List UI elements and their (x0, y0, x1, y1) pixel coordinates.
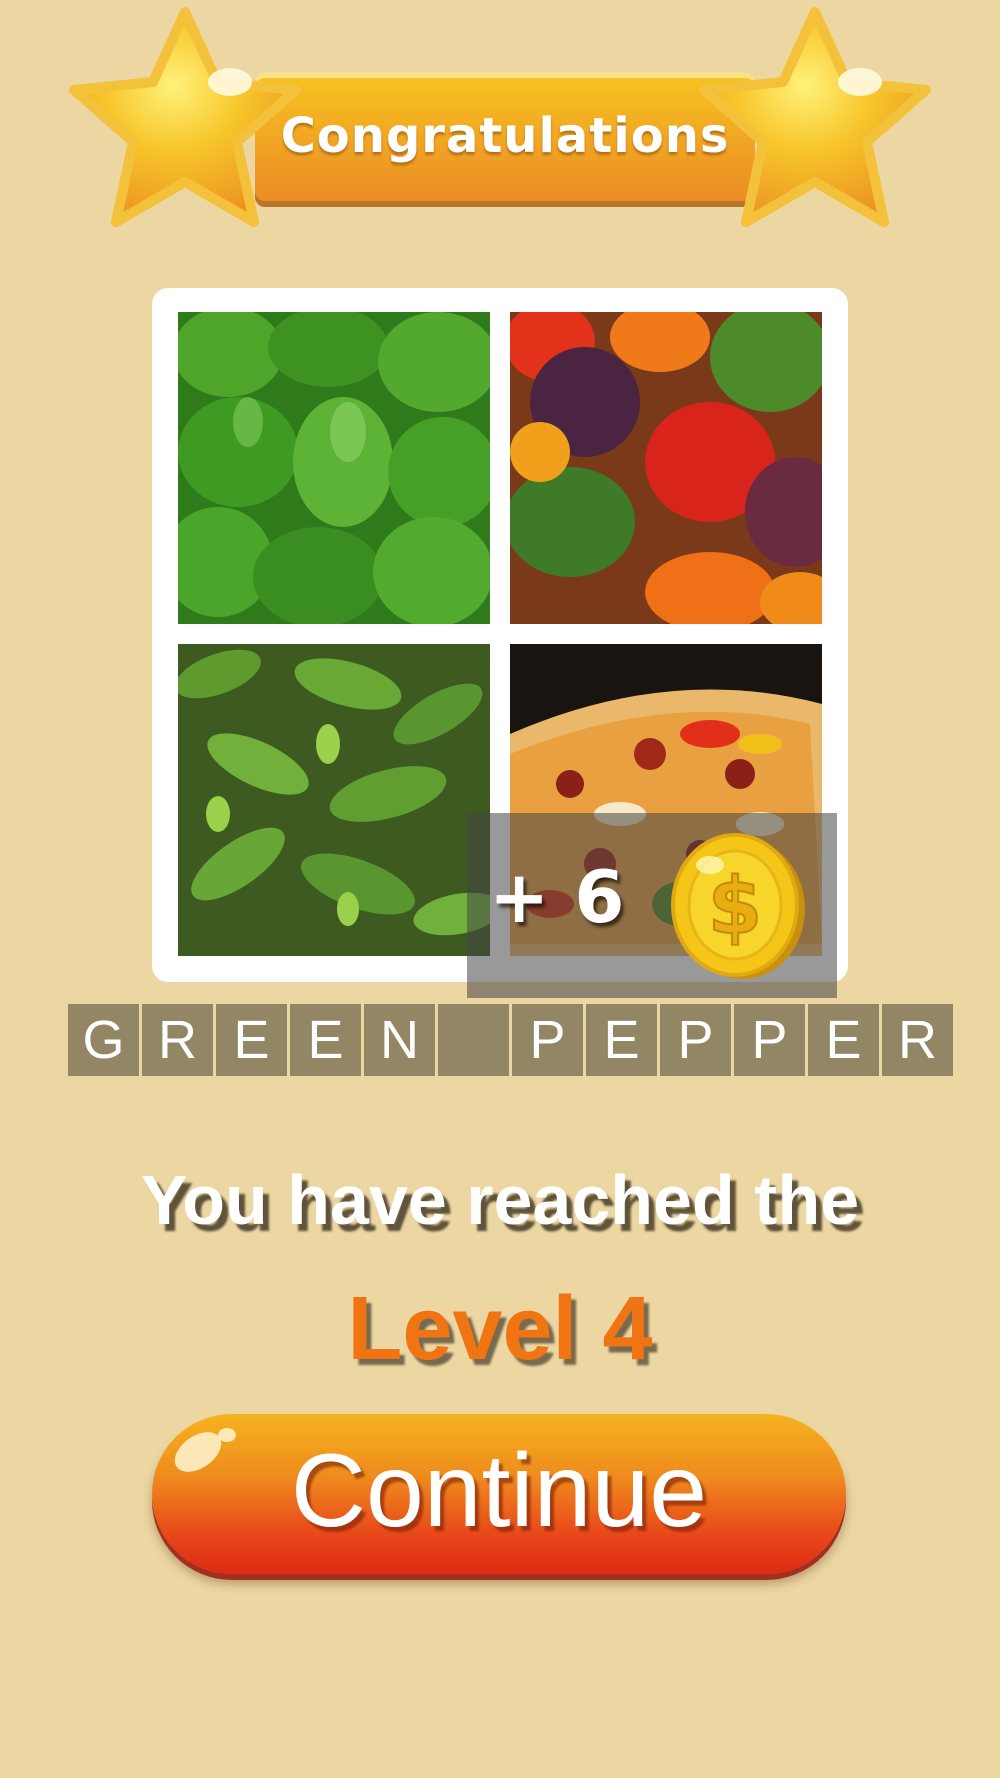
letter-slot: E (216, 1004, 287, 1076)
letter-slot: E (586, 1004, 657, 1076)
reward-amount: + 6 (489, 855, 625, 939)
gold-coin-icon: $ (671, 833, 805, 979)
letter-slot: P (734, 1004, 805, 1076)
letter-slot: G (68, 1004, 139, 1076)
letter-slot: R (882, 1004, 953, 1076)
continue-button-label: Continue (290, 1433, 708, 1549)
congratulations-banner: Congratulations (60, 0, 940, 250)
banner-title: Congratulations (280, 108, 730, 164)
level-label: Level 4 (347, 1279, 653, 1379)
continue-button[interactable]: Continue (152, 1414, 846, 1574)
svg-text:$: $ (708, 862, 762, 952)
star-icon (699, 7, 931, 227)
picture-grid: + 6 $ (152, 288, 848, 998)
level-reached-message: You have reached the (140, 1161, 860, 1239)
answer-letters: G R E E N P E P P E R (68, 1004, 956, 1076)
letter-slot: E (290, 1004, 361, 1076)
letter-slot: R (142, 1004, 213, 1076)
letter-slot: P (660, 1004, 731, 1076)
letter-slot: E (808, 1004, 879, 1076)
star-icon (69, 7, 301, 227)
letter-slot-space (438, 1004, 509, 1076)
letter-slot: P (512, 1004, 583, 1076)
letter-slot: N (364, 1004, 435, 1076)
mixed-peppers-image (510, 312, 822, 624)
banner-ribbon: Congratulations (255, 72, 755, 207)
pepper-plants-image (178, 644, 490, 956)
green-peppers-image (178, 312, 490, 624)
coin-reward-overlay: + 6 $ (467, 813, 837, 998)
